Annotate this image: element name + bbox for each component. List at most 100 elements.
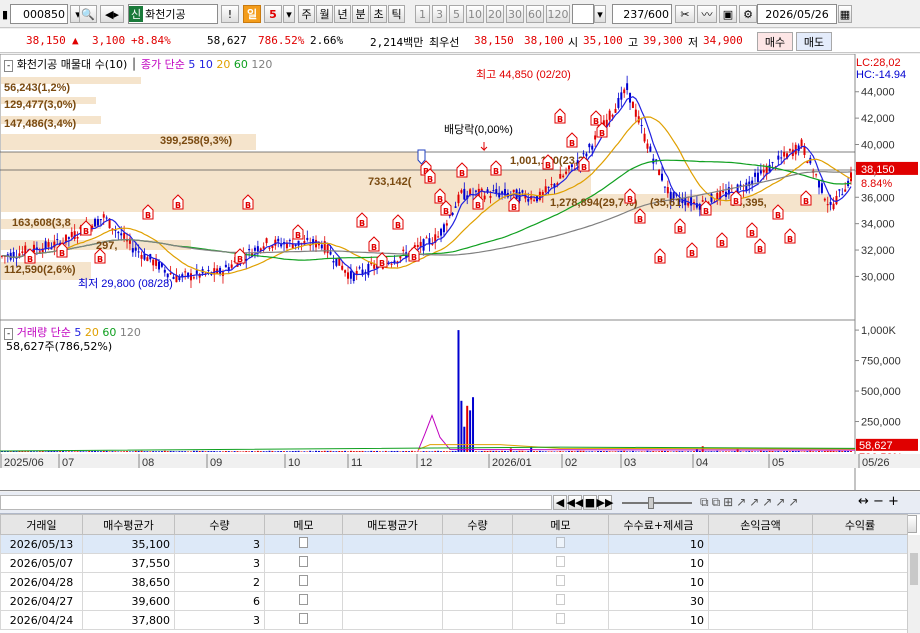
stock-name-field[interactable]: 신 화천기공 bbox=[128, 4, 218, 24]
period-dropdown[interactable]: ▾ bbox=[283, 5, 295, 23]
interval-dropdown[interactable]: ▾ bbox=[594, 5, 606, 23]
search-icon[interactable]: 🔍 bbox=[79, 5, 97, 23]
memo-cell[interactable] bbox=[264, 572, 343, 592]
zoom-slider-thumb[interactable] bbox=[648, 497, 654, 509]
column-header[interactable]: 손익금액 bbox=[708, 514, 813, 535]
interval-10[interactable]: 10 bbox=[466, 5, 484, 23]
period-second[interactable]: 초 bbox=[370, 5, 387, 23]
interval-120[interactable]: 120 bbox=[546, 5, 570, 23]
collapse-icon[interactable]: - bbox=[4, 60, 14, 72]
interval-3[interactable]: 3 bbox=[432, 5, 447, 23]
memo-icon[interactable] bbox=[556, 594, 565, 605]
volume-bar bbox=[506, 451, 509, 452]
memo-icon[interactable] bbox=[299, 613, 308, 624]
exclaim-button[interactable]: ! bbox=[221, 5, 239, 23]
candle-body bbox=[739, 184, 742, 186]
interval-60[interactable]: 60 bbox=[526, 5, 544, 23]
period-day-button[interactable]: 일 bbox=[243, 5, 261, 23]
volume-bar bbox=[137, 450, 140, 452]
volume-bar bbox=[847, 451, 850, 452]
table-scrollbar[interactable] bbox=[907, 535, 920, 633]
volume-bar bbox=[675, 451, 678, 452]
sell-button[interactable]: 매도 bbox=[796, 32, 832, 51]
column-header[interactable]: 매도평균가 bbox=[342, 514, 443, 535]
period-year[interactable]: 년 bbox=[334, 5, 351, 23]
table-cell: 35,100 bbox=[82, 534, 175, 554]
interval-5[interactable]: 5 bbox=[449, 5, 464, 23]
settings-gear-icon[interactable]: ⚙ bbox=[739, 5, 757, 23]
volume-bar bbox=[727, 451, 730, 452]
volume-bar bbox=[158, 451, 161, 452]
zoom-slider[interactable] bbox=[622, 502, 692, 504]
column-header[interactable]: 수익률 bbox=[812, 514, 908, 535]
data-count-field[interactable]: 237/600 bbox=[612, 4, 672, 24]
stop-icon[interactable]: ■ bbox=[583, 495, 597, 510]
buy-button[interactable]: 매수 bbox=[757, 32, 793, 51]
candle-body bbox=[306, 237, 309, 240]
chart-tool-icon[interactable]: ✂ bbox=[675, 5, 695, 23]
volume-bar bbox=[739, 451, 742, 452]
calendar-icon[interactable]: ▦ bbox=[838, 5, 852, 23]
memo-cell[interactable] bbox=[512, 591, 609, 611]
memo-cell[interactable] bbox=[264, 591, 343, 611]
column-header[interactable]: 거래일 bbox=[0, 514, 83, 535]
save-icon[interactable]: ▣ bbox=[719, 5, 737, 23]
memo-icon[interactable] bbox=[299, 594, 308, 605]
memo-cell[interactable] bbox=[264, 553, 343, 573]
volume-bar bbox=[9, 451, 12, 452]
interval-custom-field[interactable] bbox=[572, 4, 594, 24]
fast-back-icon[interactable]: ◀◀ bbox=[567, 495, 583, 510]
column-header[interactable]: 메모 bbox=[264, 514, 343, 535]
interval-30[interactable]: 30 bbox=[506, 5, 524, 23]
table-row[interactable]: 2026/04/28 38,650 2 10 bbox=[0, 572, 908, 592]
table-row[interactable]: 2026/05/13 35,100 3 10 bbox=[0, 534, 908, 554]
memo-icon[interactable] bbox=[299, 575, 308, 586]
ma10-label: 10 bbox=[198, 58, 213, 71]
column-header[interactable]: 메모 bbox=[512, 514, 609, 535]
volume-bar bbox=[501, 450, 504, 452]
period-week[interactable]: 주 bbox=[298, 5, 315, 23]
buy-signal-letter: B bbox=[295, 231, 301, 240]
column-header[interactable]: 수수료+제세금 bbox=[608, 514, 709, 535]
memo-cell[interactable] bbox=[264, 534, 343, 554]
candle-body bbox=[195, 270, 198, 274]
column-header[interactable]: 수량 bbox=[174, 514, 265, 535]
interval-1[interactable]: 1 bbox=[415, 5, 430, 23]
memo-cell[interactable] bbox=[512, 572, 609, 592]
memo-cell[interactable] bbox=[512, 534, 609, 554]
memo-cell[interactable] bbox=[264, 610, 343, 630]
table-row[interactable]: 2026/04/24 37,800 3 10 bbox=[0, 610, 908, 630]
memo-icon[interactable] bbox=[556, 613, 565, 624]
compare-icon[interactable]: 〰 bbox=[697, 5, 717, 23]
date-field[interactable]: 2026/05/26 bbox=[757, 4, 837, 24]
memo-cell[interactable] bbox=[512, 610, 609, 630]
column-header[interactable]: 수량 bbox=[442, 514, 513, 535]
memo-icon[interactable] bbox=[556, 575, 565, 586]
volume-bar bbox=[733, 451, 736, 452]
table-scrollbar-thumb[interactable] bbox=[910, 553, 918, 585]
chart-scroll-track[interactable] bbox=[0, 495, 552, 510]
memo-cell[interactable] bbox=[512, 553, 609, 573]
period-tick[interactable]: 틱 bbox=[388, 5, 405, 23]
fast-forward-icon[interactable]: ▶▶ bbox=[597, 495, 613, 510]
stock-code-input[interactable]: 000850 bbox=[10, 4, 68, 24]
memo-icon[interactable] bbox=[556, 556, 565, 567]
period-month[interactable]: 월 bbox=[316, 5, 333, 23]
memo-icon[interactable] bbox=[556, 537, 565, 548]
volume-bar bbox=[751, 451, 754, 452]
low-price: 34,900 bbox=[703, 34, 743, 47]
zoom-controls[interactable]: ↔ − + bbox=[858, 494, 899, 509]
period-minute[interactable]: 분 bbox=[352, 5, 369, 23]
table-row[interactable]: 2026/05/07 37,550 3 10 bbox=[0, 553, 908, 573]
chart-canvas[interactable]: 44,00042,00040,00038,00036,00034,00032,0… bbox=[0, 54, 920, 491]
column-header[interactable]: 매수평균가 bbox=[82, 514, 175, 535]
table-row[interactable]: 2026/04/27 39,600 6 30 bbox=[0, 591, 908, 611]
memo-icon[interactable] bbox=[299, 556, 308, 567]
memo-icon[interactable] bbox=[299, 537, 308, 548]
stock-chart[interactable]: 44,00042,00040,00038,00036,00034,00032,0… bbox=[0, 54, 920, 491]
speaker-icon[interactable]: ◀▸ bbox=[100, 5, 124, 23]
chart-tool-icons[interactable]: ⧉⧉⊞↗↗↗↗↗ bbox=[700, 495, 801, 510]
interval-20[interactable]: 20 bbox=[486, 5, 504, 23]
period-num-field[interactable]: 5 bbox=[264, 5, 282, 23]
scroll-left-icon[interactable]: ◀ bbox=[553, 495, 567, 510]
